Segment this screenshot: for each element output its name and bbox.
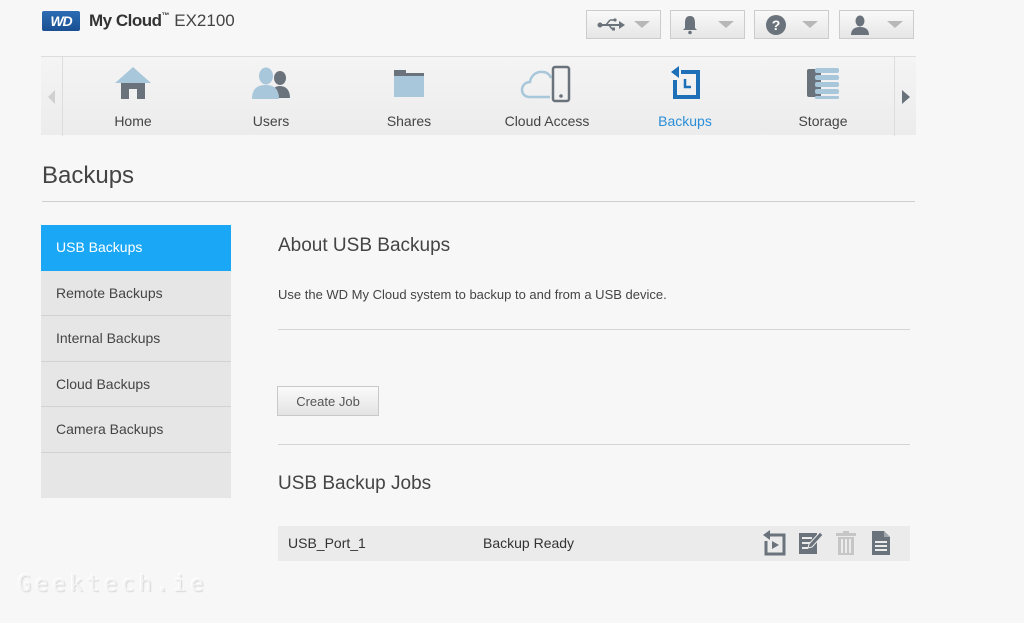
about-description: Use the WD My Cloud system to backup to …	[278, 287, 667, 302]
side-item-camera-backups[interactable]: Camera Backups	[41, 407, 231, 453]
product-model: EX2100	[174, 11, 235, 30]
job-actions	[762, 530, 894, 556]
chevron-down-icon	[718, 21, 734, 28]
nav-label: Storage	[798, 113, 848, 129]
job-name: USB_Port_1	[288, 535, 366, 551]
chevron-left-icon	[48, 89, 55, 104]
nav-label: Users	[252, 113, 290, 129]
nav-item-storage[interactable]: Storage	[754, 57, 892, 136]
nav-item-home[interactable]: Home	[64, 57, 202, 136]
help-button[interactable]: ?	[754, 10, 829, 39]
cloud-phone-icon	[520, 65, 574, 110]
bell-icon	[681, 15, 699, 35]
svg-text:?: ?	[772, 17, 781, 33]
nav-label: Cloud Access	[504, 113, 590, 129]
backup-icon	[667, 65, 703, 106]
watermark: Geektech.ie	[18, 572, 208, 597]
job-row[interactable]: USB_Port_1 Backup Ready	[278, 526, 910, 561]
nav-item-cloud-access[interactable]: Cloud Access	[478, 57, 616, 136]
nav-label: Backups	[658, 113, 712, 129]
main-nav: Home Users Shares Cloud Access Backups S…	[41, 56, 916, 136]
divider	[42, 201, 915, 202]
nav-item-backups[interactable]: Backups	[616, 57, 754, 136]
jobs-heading: USB Backup Jobs	[278, 473, 432, 494]
about-heading: About USB Backups	[278, 235, 451, 256]
trademark: ™	[161, 11, 170, 20]
usb-menu-button[interactable]	[586, 10, 661, 39]
nav-label: Shares	[386, 113, 432, 129]
divider	[278, 444, 910, 445]
nav-scroll-left[interactable]	[41, 57, 63, 136]
chevron-down-icon	[634, 21, 650, 28]
delete-icon[interactable]	[834, 530, 858, 556]
side-item-usb-backups[interactable]: USB Backups	[41, 225, 231, 271]
storage-icon	[803, 65, 843, 106]
side-item-internal-backups[interactable]: Internal Backups	[41, 316, 231, 362]
user-menu-button[interactable]	[839, 10, 914, 39]
job-status: Backup Ready	[483, 535, 575, 551]
restore-icon[interactable]	[762, 530, 786, 556]
nav-scroll-right[interactable]	[894, 57, 916, 136]
divider	[278, 329, 910, 330]
chevron-right-icon	[901, 89, 910, 104]
wd-logo: WD	[42, 11, 80, 31]
product-title: My Cloud™ EX2100	[89, 11, 235, 31]
side-item-cloud-backups[interactable]: Cloud Backups	[41, 362, 231, 407]
page-title: Backups	[42, 162, 135, 189]
product-name: My Cloud	[89, 11, 162, 30]
backups-side-menu: USB Backups Remote Backups Internal Back…	[41, 225, 231, 498]
home-icon	[113, 65, 153, 106]
nav-label: Home	[114, 113, 152, 129]
chevron-down-icon	[887, 21, 903, 28]
notifications-button[interactable]	[670, 10, 745, 39]
details-icon[interactable]	[870, 530, 894, 556]
folder-icon	[391, 65, 427, 106]
usb-icon	[597, 17, 625, 32]
chevron-down-icon	[802, 21, 818, 28]
create-job-button[interactable]: Create Job	[277, 386, 379, 416]
help-icon: ?	[765, 14, 787, 36]
edit-icon[interactable]	[798, 530, 824, 556]
nav-item-users[interactable]: Users	[202, 57, 340, 136]
users-icon	[249, 65, 293, 106]
user-icon	[850, 15, 870, 35]
side-item-remote-backups[interactable]: Remote Backups	[41, 271, 231, 316]
nav-item-shares[interactable]: Shares	[340, 57, 478, 136]
